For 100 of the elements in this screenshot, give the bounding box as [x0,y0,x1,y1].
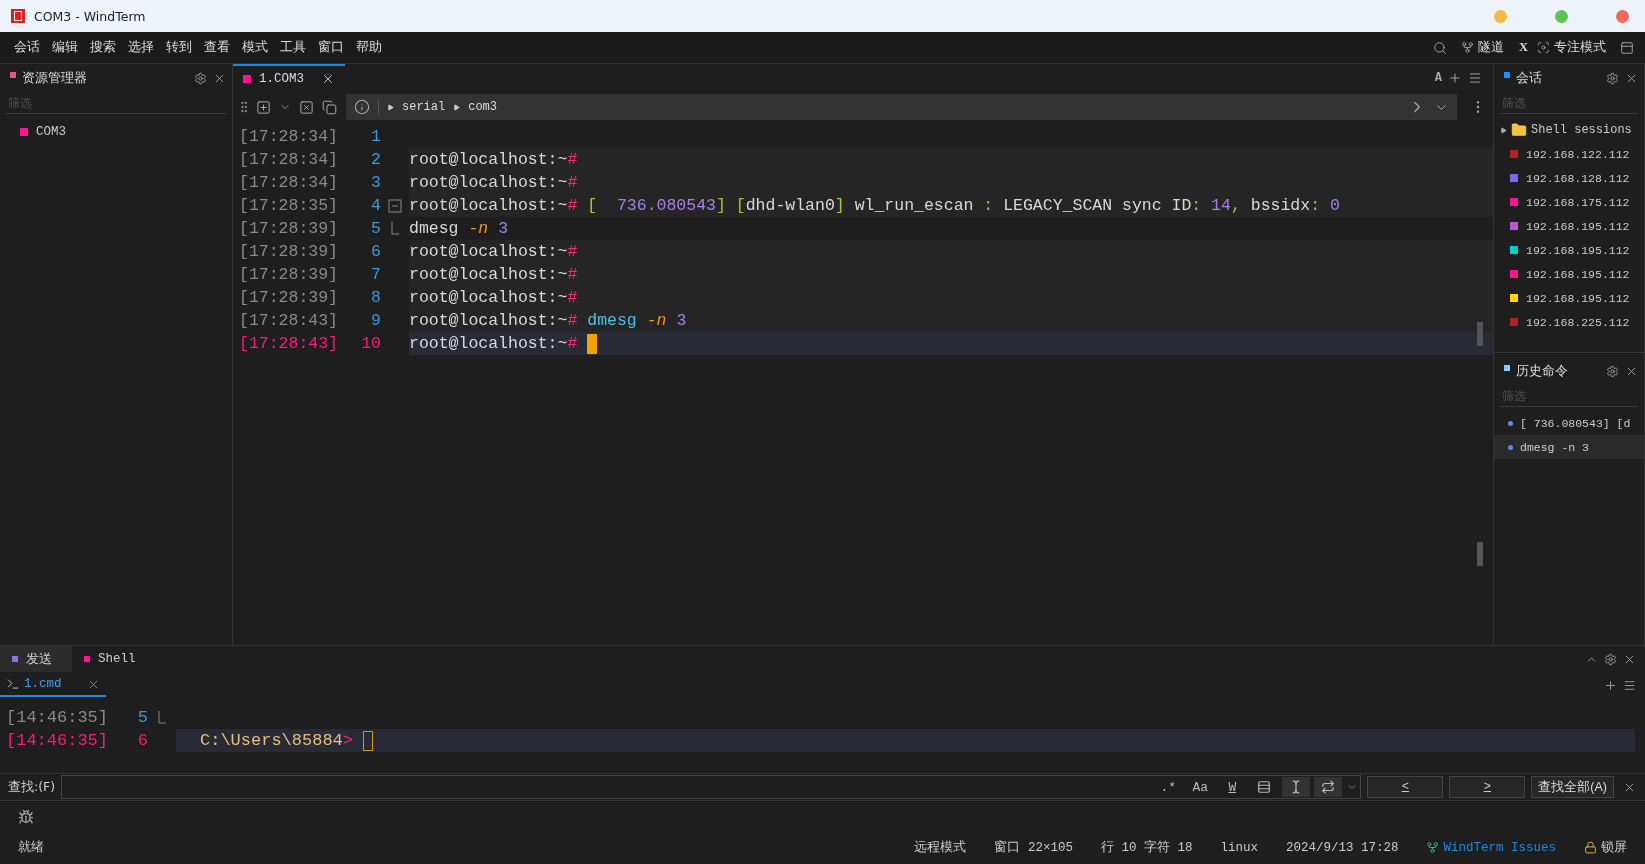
tree-item[interactable]: COM3 [0,120,232,144]
close-button[interactable] [1616,9,1629,23]
menu-item[interactable]: 模式 [236,39,274,56]
terminal-text: root@localhost:~# [409,242,578,261]
scrollbar-thumb[interactable] [1477,322,1483,346]
terminal-text: root@localhost:~# [409,150,578,169]
session-item[interactable]: 192.168.195.112 [1494,262,1644,286]
search-field[interactable]: .* Aa W [61,775,1362,799]
focus-mode-menu[interactable]: 专注模式 [1554,39,1606,56]
menu-item[interactable]: 工具 [274,39,312,56]
line-number: 7 [370,263,381,286]
history-item[interactable]: dmesg -n 3 [1494,435,1644,459]
timestamp: [17:28:34] [238,125,333,148]
timestamp: [17:28:43] [238,309,333,332]
line-number: 5 [370,217,381,240]
history-item[interactable]: [ 736.080543] [d [1494,411,1644,435]
close-tab-icon[interactable] [299,99,314,115]
new-tab-icon[interactable] [256,99,271,115]
panel-tab[interactable]: 发送 [0,646,72,672]
timestamp: [17:28:34] [238,171,333,194]
terminal-text: root@localhost:~# [409,334,578,353]
line-number: 8 [370,286,381,309]
menu-icon[interactable] [1468,71,1482,85]
session-item[interactable]: 192.168.195.112 [1494,286,1644,310]
session-item[interactable]: 192.168.122.112 [1494,142,1644,166]
copy-icon[interactable] [322,99,337,115]
line-number: 2 [370,148,381,171]
next-button[interactable]: > [1449,776,1526,798]
settings-icon[interactable] [194,71,207,85]
line-number: 10 [360,332,381,355]
line-number: 9 [370,309,381,332]
line-number: 5 [136,706,148,729]
menu-item[interactable]: 编辑 [46,39,84,56]
timestamp: [17:28:43] [238,332,333,355]
terminal-text: dmesg -n 3 [409,219,509,238]
terminal-text: root@localhost:~# [409,265,578,284]
breadcrumb-item[interactable]: com3 [468,100,498,114]
search-option[interactable]: .* [1154,777,1183,797]
loop-icon[interactable] [1314,777,1343,797]
menu-item[interactable]: 查看 [198,39,236,56]
settings-icon[interactable] [1604,652,1617,666]
timestamp: [14:46:35] [5,706,110,729]
session-item[interactable]: 192.168.225.112 [1494,310,1644,334]
fork-icon[interactable] [1460,41,1474,54]
terminal-icon [6,677,20,691]
search-label: 查找:(F) [8,778,56,796]
settings-icon[interactable] [1606,71,1619,85]
font-button[interactable]: A [1431,64,1445,92]
timestamp: [17:28:39] [238,240,333,263]
timestamp: [17:28:39] [238,286,333,309]
line-number: 3 [370,171,381,194]
previous-button[interactable]: < [1367,776,1444,798]
info-icon[interactable] [354,99,370,115]
menu-item[interactable]: 转到 [160,39,198,56]
focus-icon[interactable] [1537,41,1550,54]
session-item[interactable]: 192.168.128.112 [1494,166,1644,190]
scrollbar-thumb[interactable] [1477,542,1483,566]
menu-icon[interactable] [1623,678,1636,692]
settings-icon[interactable] [1606,364,1619,378]
breadcrumb-item[interactable]: serial [402,100,446,114]
line-number: 4 [370,194,381,217]
menu-item[interactable]: 帮助 [350,39,388,56]
timestamp: [17:28:34] [238,148,333,171]
text-cursor-icon[interactable] [1282,777,1311,797]
session-item[interactable]: 192.168.175.112 [1494,190,1644,214]
search-option[interactable]: W [1218,777,1247,797]
panel-tab[interactable]: Shell [72,646,144,672]
lock-screen-button[interactable]: 锁屏 [1584,839,1627,856]
add-icon[interactable] [1448,71,1462,85]
terminal-text: root@localhost:~# [409,288,578,307]
issues-link[interactable]: WindTerm Issues [1426,840,1556,855]
tree-folder[interactable]: Shell sessions [1494,118,1644,142]
lock-icon [1584,841,1597,854]
timestamp: [17:28:39] [238,263,333,286]
terminal-text: root@localhost:~# [409,173,578,192]
status-item: linux [1220,840,1258,855]
menu-item[interactable]: 搜索 [84,39,122,56]
x-button[interactable]: X [1512,40,1534,55]
menu-item[interactable]: 会话 [8,39,46,56]
search-icon[interactable] [1432,40,1447,55]
expand-icon [1500,126,1507,134]
folder-icon [1511,122,1527,138]
status-item: 窗口 22×105 [994,839,1073,856]
tunnel-menu[interactable]: 隧道 [1477,39,1504,56]
terminal-tab[interactable]: 1.cmd [0,673,106,697]
panel-title: 资源管理器 [22,69,88,87]
add-icon[interactable] [1604,678,1617,692]
session-item[interactable]: 192.168.195.112 [1494,214,1644,238]
session-item[interactable]: 192.168.195.112 [1494,238,1644,262]
close-icon[interactable] [321,72,335,86]
menu-item[interactable]: 选择 [122,39,160,56]
search-option[interactable]: Aa [1186,777,1215,797]
layout-icon[interactable] [1620,40,1634,55]
status-item: 2024/9/13 17:28 [1285,840,1399,855]
line-number: 1 [370,125,381,148]
menu-item[interactable]: 窗口 [312,39,350,56]
timestamp: [14:46:35] [5,729,110,752]
terminal-text: C:\Users\85884> [200,731,354,750]
find-all-button[interactable]: 查找全部(A) [1531,776,1614,798]
terminal-text: root@localhost:~# [ 736.080543] [dhd-wlan0] wl_run_escan : LEGACY_SCAN sync ID: 14, bssidx: 0 [409,196,1340,215]
